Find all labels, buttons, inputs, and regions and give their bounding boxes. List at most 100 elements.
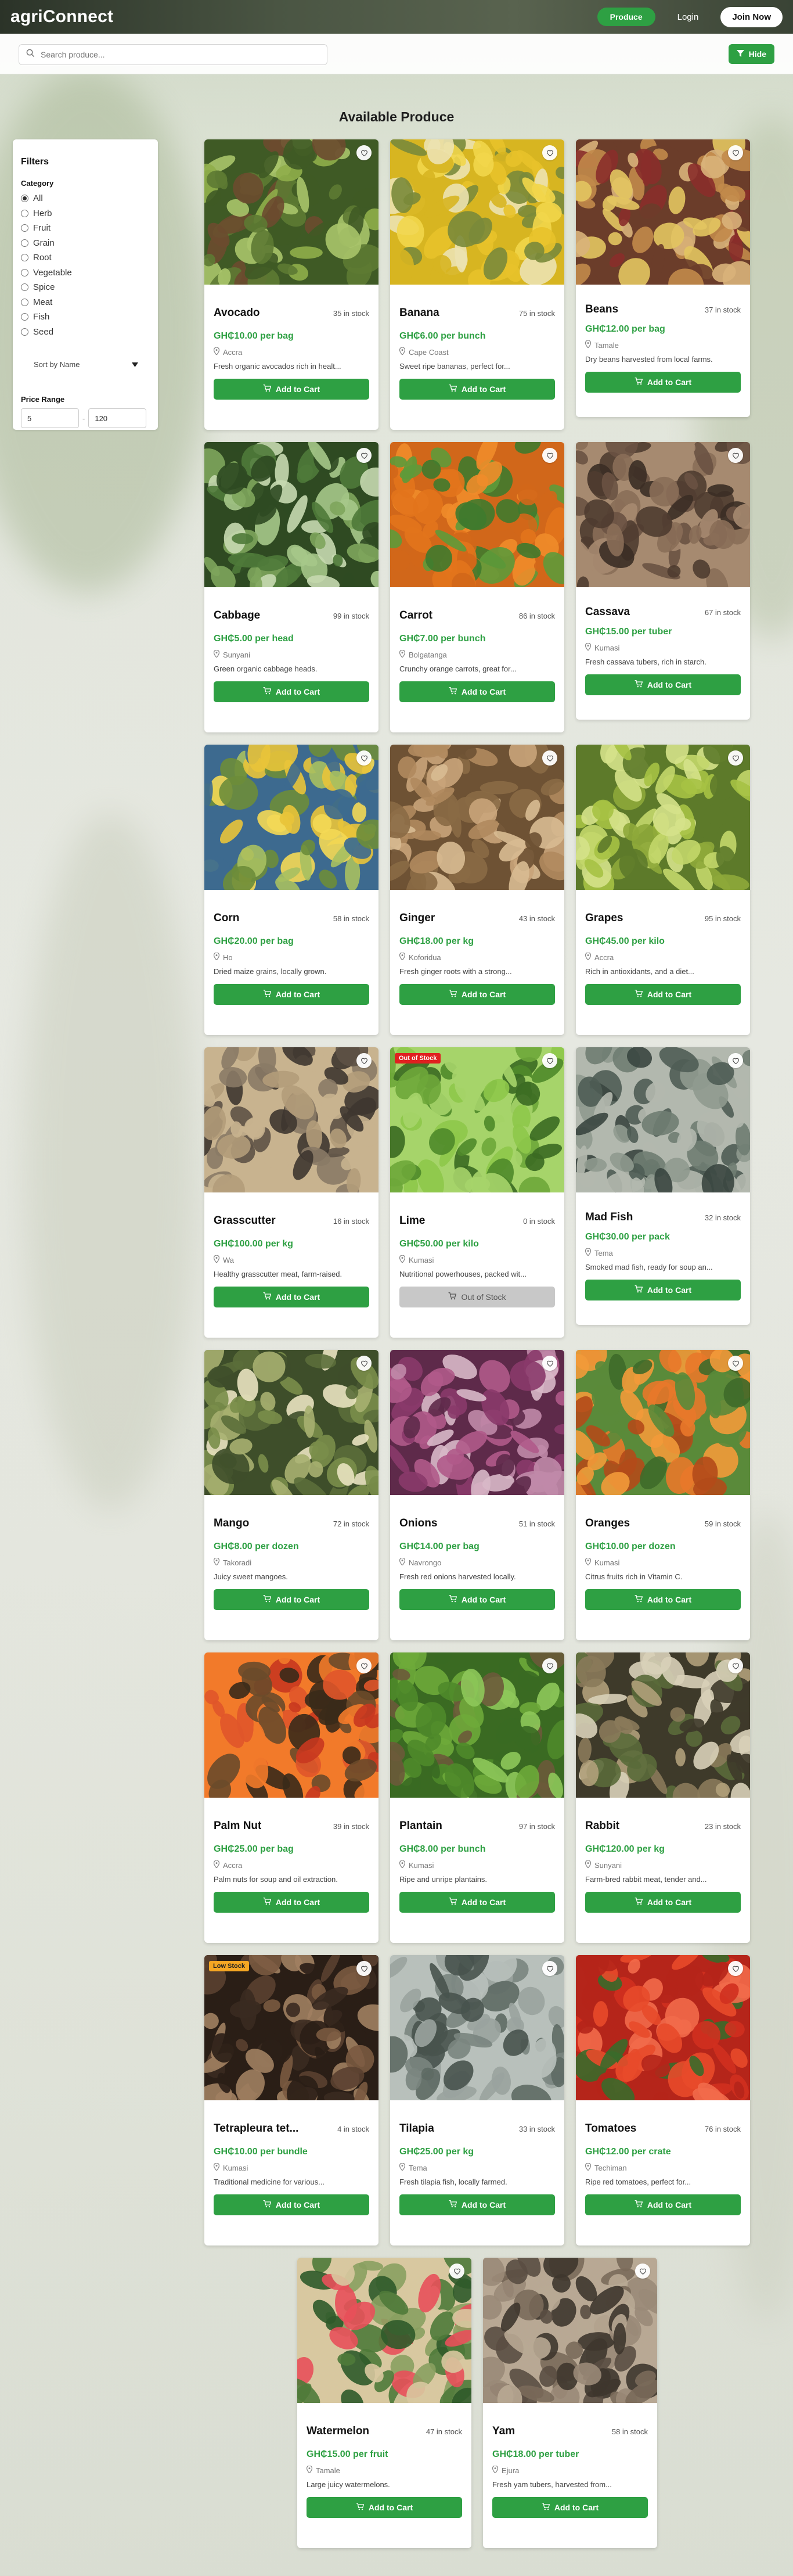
- product-image[interactable]: [576, 139, 750, 285]
- radio-button[interactable]: [21, 313, 28, 321]
- product-card[interactable]: Tilapia 33 in stock GH₵25.00 per kg Tema…: [390, 1955, 564, 2246]
- radio-button[interactable]: [21, 195, 28, 203]
- search-box[interactable]: [19, 44, 327, 65]
- product-image[interactable]: [576, 442, 750, 587]
- product-card[interactable]: Mango 72 in stock GH₵8.00 per dozen Tako…: [204, 1350, 379, 1640]
- join-now-button[interactable]: Join Now: [720, 6, 783, 27]
- product-image[interactable]: [390, 745, 564, 890]
- favorite-heart-icon[interactable]: [728, 750, 743, 766]
- add-to-cart-button[interactable]: Add to Cart: [585, 674, 741, 695]
- add-to-cart-button[interactable]: Add to Cart: [585, 984, 741, 1005]
- product-card[interactable]: Rabbit 23 in stock GH₵120.00 per kg Suny…: [576, 1652, 750, 1943]
- radio-button[interactable]: [21, 254, 28, 262]
- product-image[interactable]: [204, 139, 379, 285]
- favorite-heart-icon[interactable]: [728, 1356, 743, 1371]
- product-card[interactable]: Grapes 95 in stock GH₵45.00 per kilo Acc…: [576, 745, 750, 1035]
- favorite-heart-icon[interactable]: [356, 1356, 372, 1371]
- price-max-input[interactable]: 120: [88, 408, 147, 428]
- nav-login-link[interactable]: Login: [665, 8, 712, 27]
- product-card[interactable]: Watermelon 47 in stock GH₵15.00 per frui…: [297, 2258, 471, 2548]
- product-card[interactable]: Cassava 67 in stock GH₵15.00 per tuber K…: [576, 442, 750, 720]
- category-option-spice[interactable]: Spice: [21, 280, 150, 295]
- favorite-heart-icon[interactable]: [728, 1658, 743, 1673]
- favorite-heart-icon[interactable]: [449, 2264, 464, 2279]
- product-image[interactable]: [390, 139, 564, 285]
- product-card[interactable]: Out of Stock Lime 0 in stock GH₵50.00 pe…: [390, 1047, 564, 1338]
- add-to-cart-button[interactable]: Add to Cart: [214, 984, 369, 1005]
- favorite-heart-icon[interactable]: [728, 1961, 743, 1976]
- add-to-cart-button[interactable]: Add to Cart: [399, 1892, 555, 1913]
- add-to-cart-button[interactable]: Add to Cart: [585, 2194, 741, 2215]
- product-card[interactable]: Yam 58 in stock GH₵18.00 per tuber Ejura…: [483, 2258, 657, 2548]
- add-to-cart-button[interactable]: Add to Cart: [492, 2497, 648, 2518]
- product-card[interactable]: Palm Nut 39 in stock GH₵25.00 per bag Ac…: [204, 1652, 379, 1943]
- add-to-cart-button[interactable]: Add to Cart: [399, 681, 555, 702]
- product-card[interactable]: Low Stock Tetrapleura tet... 4 in stock …: [204, 1955, 379, 2246]
- sort-select[interactable]: Sort by Name: [27, 357, 144, 372]
- add-to-cart-button[interactable]: Add to Cart: [214, 1589, 369, 1610]
- favorite-heart-icon[interactable]: [356, 1658, 372, 1673]
- add-to-cart-button[interactable]: Add to Cart: [585, 1280, 741, 1300]
- add-to-cart-button[interactable]: Add to Cart: [585, 372, 741, 393]
- product-image[interactable]: [576, 1955, 750, 2100]
- add-to-cart-button[interactable]: Add to Cart: [214, 681, 369, 702]
- add-to-cart-button[interactable]: Add to Cart: [399, 1589, 555, 1610]
- radio-button[interactable]: [21, 239, 28, 247]
- add-to-cart-button[interactable]: Add to Cart: [214, 2194, 369, 2215]
- product-card[interactable]: Beans 37 in stock GH₵12.00 per bag Tamal…: [576, 139, 750, 417]
- favorite-heart-icon[interactable]: [542, 1356, 557, 1371]
- add-to-cart-button[interactable]: Add to Cart: [399, 984, 555, 1005]
- category-option-fruit[interactable]: Fruit: [21, 221, 150, 236]
- radio-button[interactable]: [21, 268, 28, 276]
- favorite-heart-icon[interactable]: [356, 448, 372, 463]
- favorite-heart-icon[interactable]: [542, 145, 557, 160]
- nav-produce-button[interactable]: Produce: [597, 8, 655, 26]
- product-card[interactable]: Ginger 43 in stock GH₵18.00 per kg Kofor…: [390, 745, 564, 1035]
- brand-logo[interactable]: agriConnect: [10, 7, 113, 27]
- product-image[interactable]: Low Stock: [204, 1955, 379, 2100]
- product-card[interactable]: Onions 51 in stock GH₵14.00 per bag Navr…: [390, 1350, 564, 1640]
- radio-button[interactable]: [21, 298, 28, 306]
- favorite-heart-icon[interactable]: [356, 145, 372, 160]
- add-to-cart-button[interactable]: Add to Cart: [214, 1287, 369, 1307]
- add-to-cart-button[interactable]: Add to Cart: [307, 2497, 462, 2518]
- product-card[interactable]: Cabbage 99 in stock GH₵5.00 per head Sun…: [204, 442, 379, 732]
- category-option-herb[interactable]: Herb: [21, 206, 150, 221]
- price-min-input[interactable]: 5: [21, 408, 79, 428]
- add-to-cart-button[interactable]: Add to Cart: [585, 1589, 741, 1610]
- favorite-heart-icon[interactable]: [728, 448, 743, 463]
- product-image[interactable]: [390, 1955, 564, 2100]
- favorite-heart-icon[interactable]: [635, 2264, 650, 2279]
- favorite-heart-icon[interactable]: [728, 1053, 743, 1068]
- category-option-fish[interactable]: Fish: [21, 310, 150, 325]
- favorite-heart-icon[interactable]: [542, 750, 557, 766]
- add-to-cart-button[interactable]: Add to Cart: [214, 1892, 369, 1913]
- category-option-grain[interactable]: Grain: [21, 236, 150, 251]
- favorite-heart-icon[interactable]: [728, 145, 743, 160]
- radio-button[interactable]: [21, 224, 28, 232]
- product-image[interactable]: [483, 2258, 657, 2403]
- product-card[interactable]: Corn 58 in stock GH₵20.00 per bag Ho Dri…: [204, 745, 379, 1035]
- product-image[interactable]: Out of Stock: [390, 1047, 564, 1192]
- category-option-vegetable[interactable]: Vegetable: [21, 265, 150, 281]
- add-to-cart-button[interactable]: Add to Cart: [214, 379, 369, 400]
- favorite-heart-icon[interactable]: [356, 1961, 372, 1976]
- product-card[interactable]: Mad Fish 32 in stock GH₵30.00 per pack T…: [576, 1047, 750, 1325]
- category-option-seed[interactable]: Seed: [21, 325, 150, 340]
- product-image[interactable]: [576, 745, 750, 890]
- product-card[interactable]: Grasscutter 16 in stock GH₵100.00 per kg…: [204, 1047, 379, 1338]
- category-option-meat[interactable]: Meat: [21, 295, 150, 310]
- product-image[interactable]: [204, 1350, 379, 1495]
- radio-button[interactable]: [21, 283, 28, 292]
- product-image[interactable]: [576, 1047, 750, 1192]
- product-image[interactable]: [204, 745, 379, 890]
- add-to-cart-button[interactable]: Add to Cart: [585, 1892, 741, 1913]
- product-card[interactable]: Tomatoes 76 in stock GH₵12.00 per crate …: [576, 1955, 750, 2246]
- favorite-heart-icon[interactable]: [356, 1053, 372, 1068]
- add-to-cart-button[interactable]: Add to Cart: [399, 2194, 555, 2215]
- product-image[interactable]: [390, 1652, 564, 1798]
- favorite-heart-icon[interactable]: [356, 750, 372, 766]
- product-image[interactable]: [204, 442, 379, 587]
- product-card[interactable]: Plantain 97 in stock GH₵8.00 per bunch K…: [390, 1652, 564, 1943]
- product-card[interactable]: Banana 75 in stock GH₵6.00 per bunch Cap…: [390, 139, 564, 430]
